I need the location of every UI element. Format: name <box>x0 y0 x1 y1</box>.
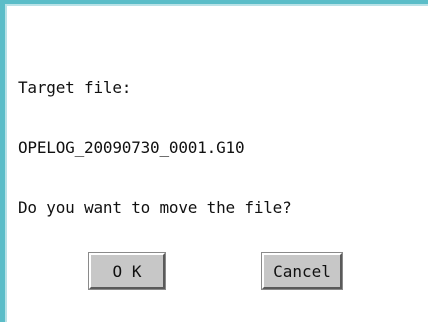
dialog-top-border-inner <box>5 4 428 6</box>
move-file-dialog: Target file: OPELOG_20090730_0001.G10 Do… <box>0 0 428 322</box>
cancel-button[interactable]: Cancel <box>261 252 343 290</box>
cancel-button-label: Cancel <box>273 261 331 281</box>
dialog-message: Target file: OPELOG_20090730_0001.G10 Do… <box>18 38 292 258</box>
ok-button-label: O K <box>112 261 142 281</box>
dialog-left-border-inner <box>5 4 7 322</box>
target-file-label: Target file: <box>18 78 132 97</box>
move-confirmation-question: Do you want to move the file? <box>18 198 292 217</box>
target-file-name: OPELOG_20090730_0001.G10 <box>18 138 245 157</box>
ok-button[interactable]: O K <box>88 252 166 290</box>
